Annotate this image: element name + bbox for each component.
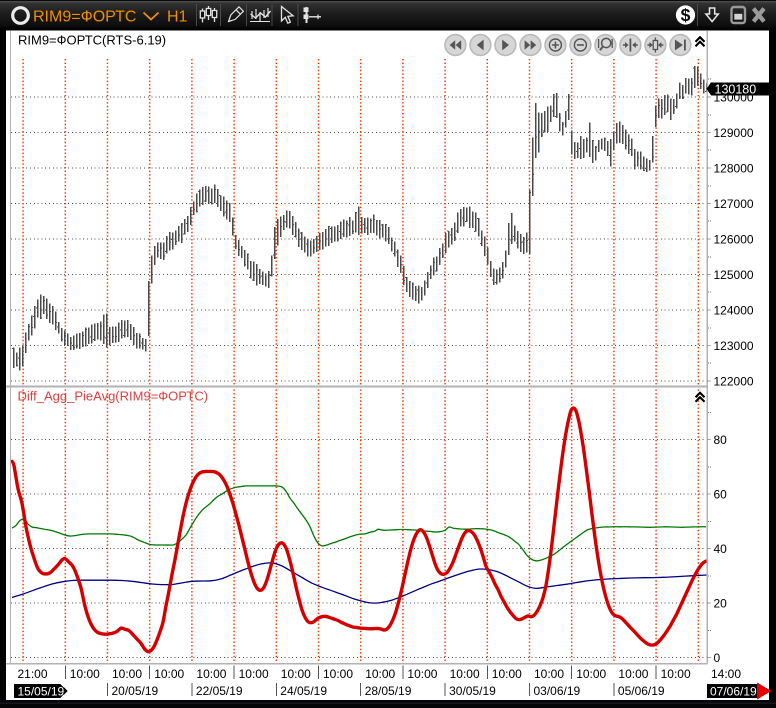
svg-text:24/05/19: 24/05/19	[280, 684, 327, 698]
svg-text:10:00: 10:00	[70, 667, 100, 681]
svg-text:RIM9=ФОРТС(RTS-6.19): RIM9=ФОРТС(RTS-6.19)	[18, 33, 166, 48]
svg-text:126000: 126000	[714, 232, 754, 246]
svg-text:22/05/19: 22/05/19	[196, 684, 243, 698]
svg-text:05/06/19: 05/06/19	[618, 684, 665, 698]
svg-text:125000: 125000	[714, 268, 754, 282]
svg-text:15/05/19: 15/05/19	[18, 684, 65, 698]
svg-text:129000: 129000	[714, 126, 754, 140]
svg-text:RIM9=ФОРТС: RIM9=ФОРТС	[33, 9, 136, 26]
svg-text:10:00: 10:00	[661, 667, 691, 681]
svg-text:10:00: 10:00	[492, 667, 522, 681]
svg-text:10:00: 10:00	[112, 667, 142, 681]
svg-text:123000: 123000	[714, 339, 754, 353]
svg-text:10:00: 10:00	[365, 667, 395, 681]
svg-text:10:00: 10:00	[450, 667, 480, 681]
svg-text:Diff_Agg_PieAvg(RIM9=ФОРТС): Diff_Agg_PieAvg(RIM9=ФОРТС)	[18, 389, 209, 404]
svg-text:10:00: 10:00	[618, 667, 648, 681]
svg-text:60: 60	[714, 487, 728, 501]
svg-text:0: 0	[714, 651, 721, 665]
svg-text:124000: 124000	[714, 303, 754, 317]
svg-text:03/06/19: 03/06/19	[534, 684, 581, 698]
svg-text:40: 40	[714, 542, 728, 556]
svg-text:28/05/19: 28/05/19	[365, 684, 412, 698]
svg-text:21:00: 21:00	[18, 667, 48, 681]
svg-text:10:00: 10:00	[534, 667, 564, 681]
svg-text:80: 80	[714, 433, 728, 447]
svg-text:30/05/19: 30/05/19	[449, 684, 496, 698]
svg-text:130180: 130180	[715, 82, 757, 96]
svg-text:H1: H1	[167, 9, 188, 26]
svg-text:128000: 128000	[714, 161, 754, 175]
svg-text:07/06/19: 07/06/19	[710, 684, 757, 698]
svg-text:10:00: 10:00	[154, 667, 184, 681]
svg-text:10:00: 10:00	[281, 667, 311, 681]
svg-text:10:00: 10:00	[576, 667, 606, 681]
svg-text:122000: 122000	[714, 374, 754, 388]
svg-text:$: $	[681, 5, 691, 25]
svg-text:10:00: 10:00	[323, 667, 353, 681]
svg-text:127000: 127000	[714, 197, 754, 211]
svg-text:10:00: 10:00	[196, 667, 226, 681]
svg-text:10:00: 10:00	[407, 667, 437, 681]
svg-text:20: 20	[714, 596, 728, 610]
svg-text:14:00: 14:00	[711, 667, 741, 681]
svg-text:20/05/19: 20/05/19	[112, 684, 159, 698]
svg-text:10:00: 10:00	[239, 667, 269, 681]
